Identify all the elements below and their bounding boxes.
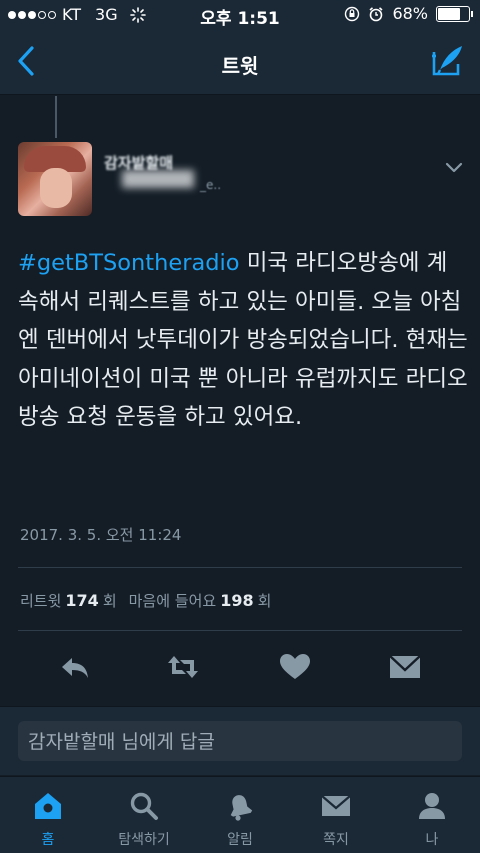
retweet-icon[interactable] — [166, 652, 200, 682]
tab-messages[interactable]: 쪽지 — [288, 777, 384, 853]
person-icon — [419, 793, 445, 819]
battery-percent: 68% — [392, 4, 428, 23]
divider — [18, 630, 462, 631]
tweet-stats: 리트윗 174 회 마음에 들어요 198 회 — [20, 590, 271, 611]
retweet-label: 리트윗 — [20, 592, 62, 610]
nav-bar: 트윗 — [0, 30, 480, 95]
tab-label: 나 — [425, 832, 439, 848]
tab-home[interactable]: 홈 — [0, 777, 96, 853]
status-bar: KT 3G 오후 1:51 68% — [0, 0, 480, 30]
retweet-count[interactable]: 174 — [65, 591, 98, 610]
tab-me[interactable]: 나 — [384, 777, 480, 853]
home-icon — [35, 793, 61, 819]
tweet-actions — [0, 642, 480, 692]
like-unit: 회 — [257, 592, 272, 610]
alarm-icon — [369, 6, 383, 21]
reply-icon[interactable] — [58, 652, 92, 682]
tweet-text: #getBTSontheradio 미국 라디오방송에 계속해서 리퀘스트를 하… — [18, 244, 468, 437]
envelope-icon — [321, 795, 351, 816]
like-count[interactable]: 198 — [220, 591, 253, 610]
chevron-down-icon[interactable] — [444, 160, 464, 174]
battery-icon — [436, 5, 473, 22]
like-label: 마음에 들어요 — [128, 592, 217, 610]
tab-label: 알림 — [227, 832, 253, 848]
reply-bar: 감자밭할매 님에게 답글 — [0, 706, 480, 775]
hashtag-link[interactable]: #getBTSontheradio — [18, 250, 240, 276]
direct-message-icon[interactable] — [388, 652, 422, 682]
tab-label: 쪽지 — [323, 832, 349, 848]
tweet-timestamp: 2017. 3. 5. 오전 11:24 — [20, 526, 182, 544]
heart-icon[interactable] — [278, 652, 312, 682]
tweet-body: 미국 라디오방송에 계속해서 리퀘스트를 하고 있는 아미들. 오늘 아침엔 덴… — [18, 250, 468, 430]
retweet-unit: 회 — [102, 592, 117, 610]
page-title: 트윗 — [221, 54, 259, 78]
tab-notifications[interactable]: 알림 — [192, 777, 288, 853]
avatar[interactable] — [18, 142, 92, 216]
divider — [18, 567, 462, 568]
author-handle: _e.. — [200, 178, 222, 192]
reply-input[interactable]: 감자밭할매 님에게 답글 — [18, 721, 462, 761]
thread-line — [55, 96, 57, 138]
status-right: 68% — [344, 4, 473, 23]
tab-label: 홈 — [41, 832, 55, 848]
bell-icon — [230, 795, 253, 821]
rotation-lock-icon — [345, 6, 360, 21]
tab-label: 탐색하기 — [118, 832, 170, 848]
search-icon — [130, 792, 158, 820]
tab-bar: 홈 탐색하기 알림 쪽지 나 — [0, 776, 480, 853]
tab-explore[interactable]: 탐색하기 — [96, 777, 192, 853]
compose-tweet-icon[interactable] — [430, 44, 464, 78]
redacted-block — [122, 170, 194, 188]
